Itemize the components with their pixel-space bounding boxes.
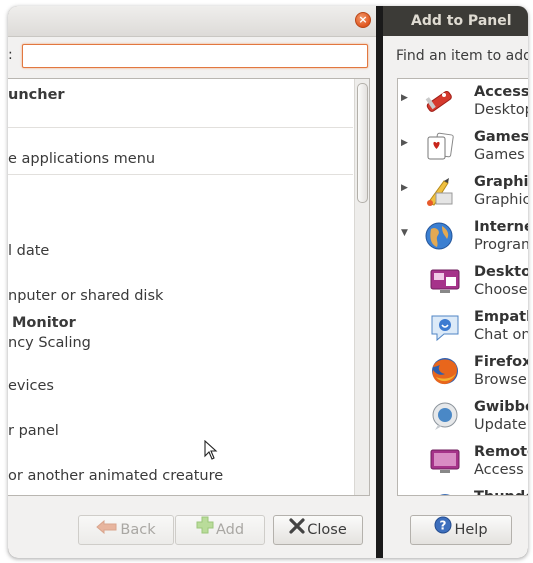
scrollbar-thumb[interactable] (357, 83, 368, 203)
list-item-desc: e applications menu (8, 151, 156, 167)
app-desc: Update your social networks (474, 417, 528, 433)
svg-text:?: ? (440, 519, 447, 533)
category-graphics[interactable]: ▶ Graphics Graphics applications (398, 169, 528, 214)
list-item-desc: l date (8, 243, 50, 259)
empathy-icon (431, 315, 459, 342)
category-games[interactable]: ▶ Games Games and amusements (398, 124, 528, 169)
list-scrollbar[interactable] (354, 79, 369, 495)
list-item-desc: or another animated creature (8, 468, 224, 484)
close-label: Close (307, 522, 347, 538)
desktop-sharing-icon (430, 269, 460, 293)
app-desc: Choose how other users can view your des… (474, 282, 528, 298)
applet-list[interactable]: uncher e applications menu l date nputer… (8, 78, 370, 496)
app-title: Gwibber (474, 399, 528, 415)
list-divider (8, 174, 353, 175)
add-label: Add (215, 522, 245, 538)
app-title: Remote Desktop Viewer (474, 444, 528, 460)
close-x-icon (289, 516, 305, 544)
app-firefox[interactable]: Firefox Web Browser Browse the Web (398, 349, 528, 394)
help-button[interactable]: ? Help (410, 515, 512, 545)
list-divider (8, 127, 353, 128)
find-label: Find an item to add (396, 48, 528, 64)
list-item-menu[interactable]: e applications menu (8, 149, 348, 169)
screenshot-frame: × : uncher e applications menu l date np… (8, 6, 528, 558)
app-gwibber[interactable]: Gwibber Update your social networks (398, 394, 528, 439)
category-tree[interactable]: ▶ Accessories Desktop accessories ▶ (397, 78, 528, 496)
category-desc: Programs for Internet access (474, 237, 528, 253)
games-icon (427, 132, 454, 160)
add-plus-icon (196, 516, 214, 544)
close-icon: × (358, 13, 368, 26)
list-item-launcher[interactable]: uncher (8, 85, 348, 105)
list-item-desc: ncy Scaling (8, 335, 91, 351)
expander-arrow-icon[interactable]: ▶ (401, 183, 408, 193)
category-title: Graphics (474, 174, 528, 190)
firefox-icon (432, 358, 458, 385)
help-icon: ? (434, 516, 452, 544)
search-input[interactable] (22, 44, 368, 68)
category-desc: Graphics applications (474, 192, 528, 208)
dialog-titlebar: × (8, 6, 376, 37)
category-title: Internet (474, 219, 528, 235)
remote-desktop-icon (430, 449, 460, 473)
category-desc: Desktop accessories (474, 102, 528, 118)
graphics-icon (427, 178, 453, 206)
list-item-devices[interactable]: evices (8, 376, 348, 396)
gwibber-icon (432, 402, 458, 430)
internet-icon (425, 222, 453, 250)
back-label: Back (120, 522, 156, 538)
thunderbird-icon (440, 494, 450, 495)
back-button[interactable]: Back (78, 515, 174, 545)
dialog-title: Add to Panel (383, 6, 528, 36)
list-item-connect-server[interactable]: nputer or shared disk (8, 286, 348, 306)
category-title: Accessories (474, 84, 528, 100)
app-empathy[interactable]: Empathy Chat on Google Talk, Facebook (398, 304, 528, 349)
app-title: Desktop Sharing (474, 264, 528, 280)
app-desc: Access remote desktops (474, 462, 528, 478)
help-label: Help (454, 522, 488, 538)
window-close-button[interactable]: × (355, 12, 371, 28)
list-item-cpu-monitor[interactable]: Monitor ncy Scaling (8, 313, 352, 353)
accessories-icon (425, 90, 452, 112)
add-to-panel-dialog: Add to Panel Find an item to add ▶ Acces… (383, 6, 528, 558)
add-button[interactable]: Add (175, 515, 265, 545)
expander-arrow-icon[interactable]: ▶ (401, 93, 408, 103)
app-title: Thunderbird (474, 488, 528, 495)
add-item-dialog: × : uncher e applications menu l date np… (8, 6, 376, 558)
app-title: Empathy (474, 309, 528, 325)
category-accessories[interactable]: ▶ Accessories Desktop accessories (398, 79, 528, 124)
search-row: : (8, 44, 376, 70)
app-title: Firefox Web Browser (474, 354, 528, 370)
category-title: Games (474, 129, 528, 145)
list-item-title: uncher (8, 87, 65, 103)
app-desc: Browse the Web (474, 372, 528, 388)
list-item-desc: nputer or shared disk (8, 288, 164, 304)
app-thunderbird[interactable]: Thunderbird (398, 484, 528, 495)
collapse-arrow-icon[interactable]: ▼ (401, 228, 408, 238)
category-internet[interactable]: ▼ Internet Programs for Internet access (398, 214, 528, 259)
app-desktop-sharing[interactable]: Desktop Sharing Choose how other users c… (398, 259, 528, 304)
app-remote-desktop[interactable]: Remote Desktop Viewer Access remote desk… (398, 439, 528, 484)
search-label: : (8, 47, 13, 63)
close-button[interactable]: Close (273, 515, 363, 545)
list-item-fish[interactable]: or another animated creature (8, 466, 348, 486)
app-desc: Chat on Google Talk, Facebook (474, 327, 528, 343)
list-item-desc: r panel (8, 423, 59, 439)
expander-arrow-icon[interactable]: ▶ (401, 138, 408, 148)
list-item-title: Monitor (12, 315, 76, 331)
category-desc: Games and amusements (474, 147, 528, 163)
list-item-clock[interactable]: l date (8, 241, 348, 261)
list-item-drawer[interactable]: r panel (8, 421, 348, 441)
list-item-desc: evices (8, 378, 54, 394)
mouse-pointer-icon (204, 440, 218, 460)
back-arrow-icon (96, 516, 118, 544)
